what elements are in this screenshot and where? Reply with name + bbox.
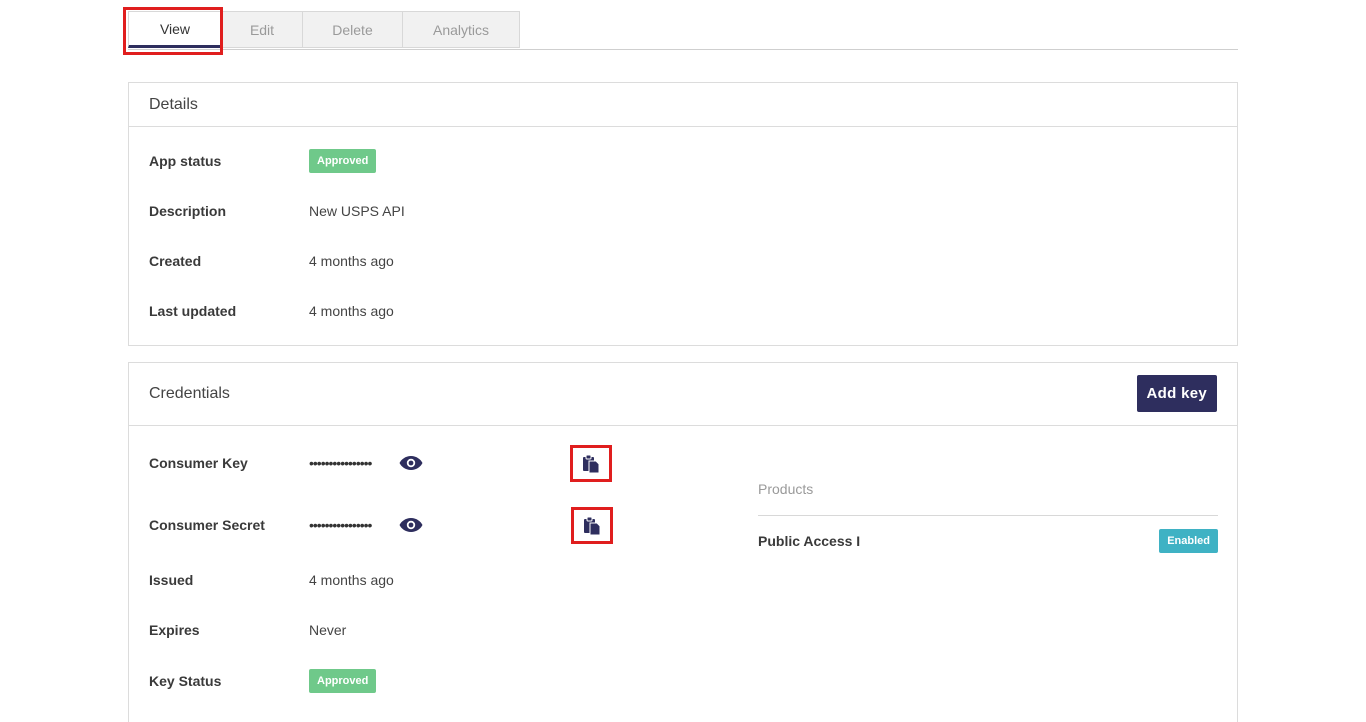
products-title: Products — [758, 481, 814, 497]
created-value: 4 months ago — [309, 253, 394, 269]
expires-value: Never — [309, 622, 347, 638]
last-updated-row: Last updated 4 months ago — [149, 299, 394, 323]
consumer-secret-masked: •••••••••••••••• — [309, 517, 372, 533]
details-title: Details — [129, 83, 1237, 127]
product-status-badge: Enabled — [1159, 529, 1218, 553]
clipboard-icon — [584, 516, 601, 535]
details-panel: Details App status Approved Description … — [128, 82, 1238, 346]
tab-edit[interactable]: Edit — [221, 11, 303, 48]
last-updated-value: 4 months ago — [309, 303, 394, 319]
consumer-key-masked: •••••••••••••••• — [309, 455, 372, 471]
created-label: Created — [149, 253, 202, 269]
status-badge: Approved — [309, 669, 377, 693]
add-key-button[interactable]: Add key — [1136, 375, 1217, 412]
eye-icon[interactable] — [399, 455, 423, 471]
credentials-title: Credentials — [129, 363, 1237, 426]
clipboard-icon — [583, 454, 600, 473]
key-status-row: Key Status Approved — [149, 669, 377, 693]
divider — [758, 515, 1218, 516]
tab-view[interactable]: View — [128, 11, 222, 48]
status-badge: Approved — [309, 149, 377, 173]
expires-label: Expires — [149, 622, 200, 638]
consumer-key-label: Consumer Key — [149, 455, 248, 471]
credentials-panel: Credentials Add key Consumer Key •••••••… — [128, 362, 1238, 722]
eye-icon[interactable] — [399, 517, 423, 533]
description-label: Description — [149, 203, 227, 219]
product-name: Public Access I — [758, 533, 861, 549]
tab-delete[interactable]: Delete — [302, 11, 403, 48]
expires-row: Expires Never — [149, 618, 346, 642]
copy-consumer-secret-button[interactable] — [571, 507, 613, 544]
last-updated-label: Last updated — [149, 303, 237, 319]
copy-consumer-key-button[interactable] — [570, 445, 612, 482]
issued-value: 4 months ago — [309, 572, 394, 588]
key-status-label: Key Status — [149, 673, 222, 689]
consumer-secret-row: Consumer Secret •••••••••••••••• — [149, 513, 423, 537]
issued-row: Issued 4 months ago — [149, 568, 394, 592]
tab-analytics[interactable]: Analytics — [402, 11, 520, 48]
created-row: Created 4 months ago — [149, 249, 394, 273]
app-status-row: App status Approved — [149, 149, 377, 173]
issued-label: Issued — [149, 572, 194, 588]
consumer-key-row: Consumer Key •••••••••••••••• — [149, 451, 423, 475]
description-value: New USPS API — [309, 203, 405, 219]
consumer-secret-label: Consumer Secret — [149, 517, 265, 533]
description-row: Description New USPS API — [149, 199, 405, 223]
tab-bar: View Edit Delete Analytics — [128, 11, 1238, 50]
app-status-label: App status — [149, 153, 222, 169]
